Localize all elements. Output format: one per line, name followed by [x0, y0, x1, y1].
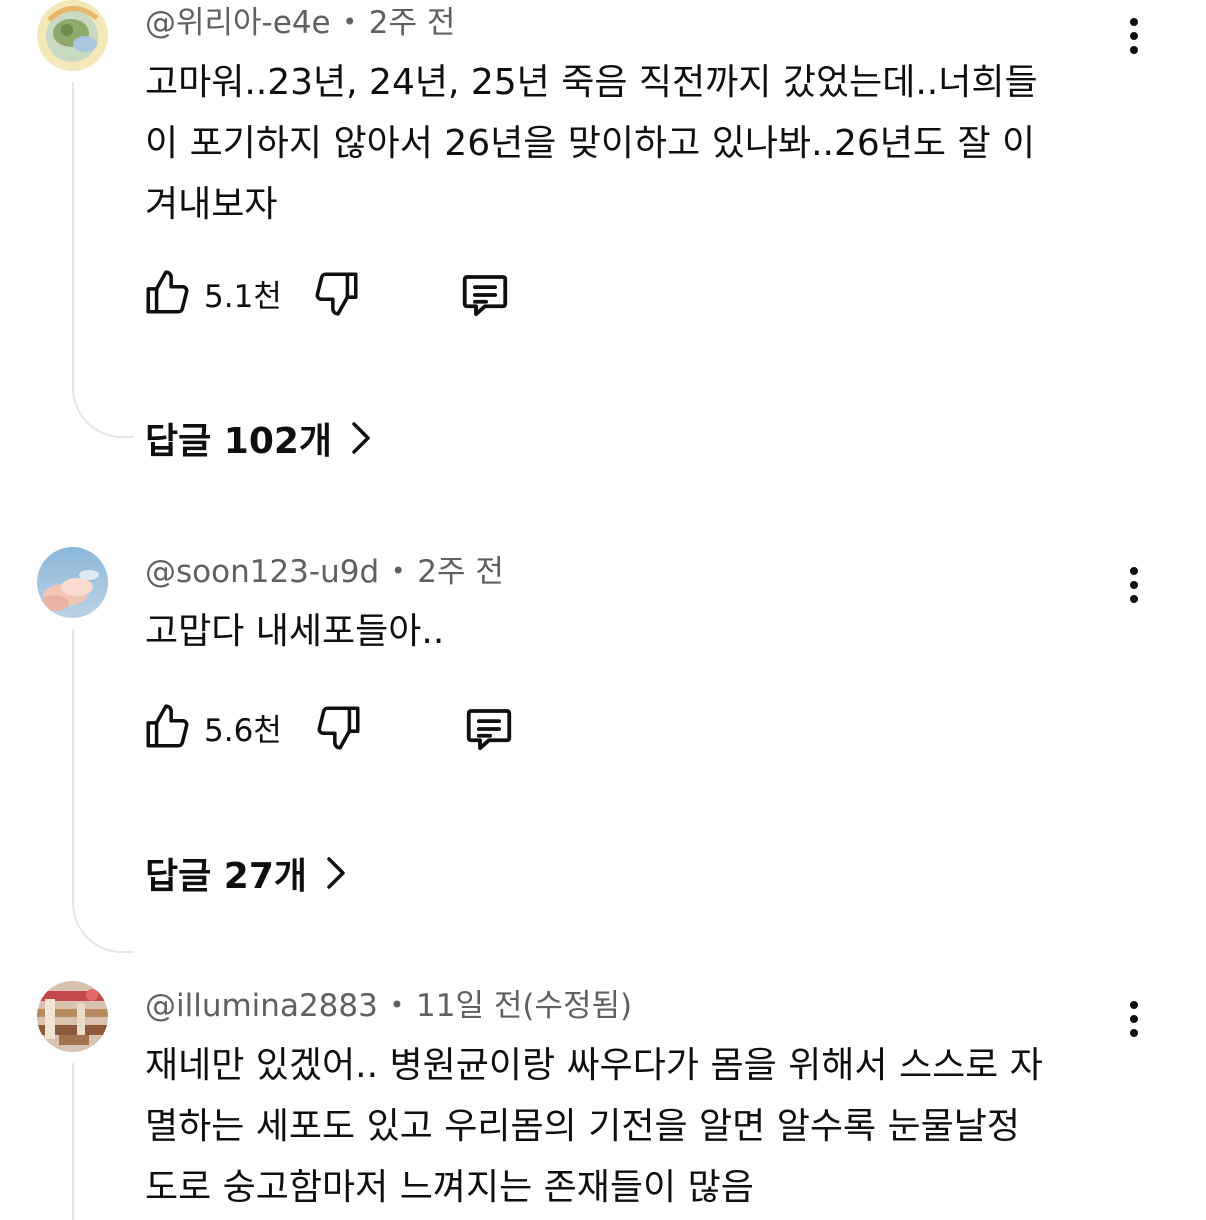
thread-connector: [72, 1063, 134, 1220]
like-count: 5.6천: [204, 712, 282, 749]
author-name[interactable]: @illumina2883: [145, 988, 378, 1024]
separator-dot: •: [391, 557, 406, 585]
thumbs-up-icon: [146, 704, 189, 748]
avatar[interactable]: [37, 0, 108, 71]
separator-dot: •: [342, 8, 357, 36]
timestamp[interactable]: 2주 전: [369, 5, 456, 41]
comment-actions: 5.6천: [142, 702, 562, 758]
more-vertical-icon: [1130, 18, 1138, 26]
reply-button[interactable]: [462, 702, 516, 756]
author-name[interactable]: @soon123-u9d: [145, 554, 379, 590]
replies-toggle[interactable]: 답글 27개: [145, 849, 347, 897]
chevron-right-icon: [352, 422, 370, 454]
more-vertical-icon: [1130, 1001, 1138, 1009]
comments-list: @위리아-e4e • 2주 전 고마워..23년, 24년, 25년 죽음 직전까지…: [0, 0, 1206, 1220]
reply-button[interactable]: [458, 268, 512, 322]
avatar[interactable]: [37, 547, 108, 618]
chevron-right-icon: [327, 857, 345, 889]
comment-meta: @위리아-e4e • 2주 전: [145, 2, 455, 43]
replies-toggle[interactable]: 답글 102개: [145, 414, 372, 462]
like-button[interactable]: 5.1천: [142, 268, 282, 318]
separator-dot: •: [389, 991, 404, 1019]
comment-text: 고맙다 내세포들아..: [145, 611, 445, 652]
timestamp[interactable]: 2주 전: [417, 554, 504, 590]
comment-meta: @illumina2883 • 11일 전(수정됨): [145, 985, 632, 1026]
author-name[interactable]: @위리아-e4e: [145, 5, 331, 41]
comment-icon: [466, 709, 512, 751]
avatar[interactable]: [37, 981, 108, 1052]
dislike-button[interactable]: [314, 702, 364, 752]
thumbs-up-icon: [146, 270, 189, 314]
comment-actions: 5.1천: [142, 268, 562, 324]
more-vertical-icon: [1130, 567, 1138, 575]
like-button[interactable]: 5.6천: [142, 702, 282, 752]
timestamp[interactable]: 11일 전(수정됨): [416, 988, 632, 1024]
like-count: 5.1천: [204, 278, 282, 315]
thread-connector: [72, 82, 134, 438]
replies-label: 답글 102개: [145, 421, 333, 462]
replies-label: 답글 27개: [145, 856, 307, 897]
comment-text: 고마워..23년, 24년, 25년 죽음 직전까지 갔었는데..너희들 이 포…: [145, 62, 1038, 225]
thumbs-down-icon: [315, 272, 358, 316]
comment-text: 재네만 있겠어.. 병원균이랑 싸우다가 몸을 위해서 스스로 자 멸하는 세포…: [145, 1045, 1043, 1208]
comment-icon: [462, 275, 508, 317]
thread-connector: [72, 629, 134, 953]
dislike-button[interactable]: [312, 268, 362, 318]
comment-meta: @soon123-u9d • 2주 전: [145, 551, 504, 592]
thumbs-down-icon: [317, 706, 360, 750]
